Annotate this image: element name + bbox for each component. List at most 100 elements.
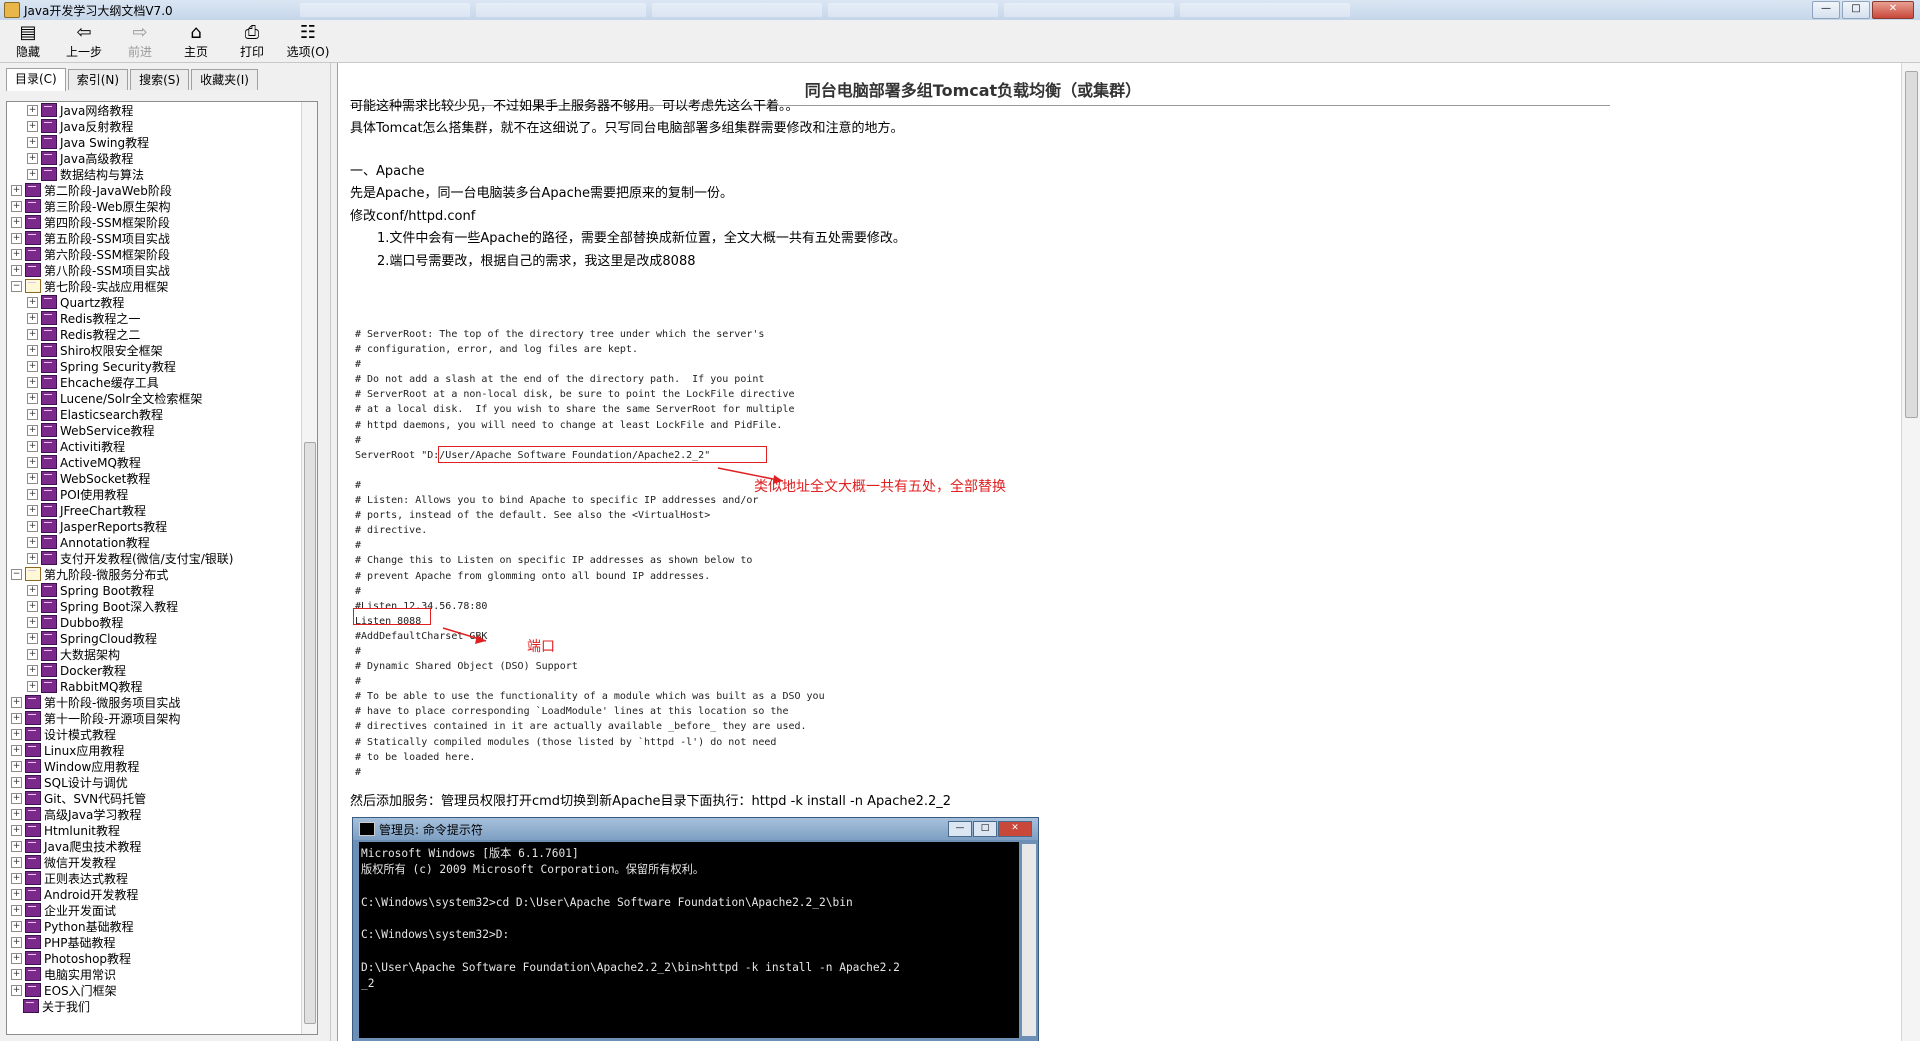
expand-icon[interactable]: + [11,824,22,836]
back-button[interactable]: ⇦ 上一步 [56,20,112,62]
expand-icon[interactable]: + [27,504,38,516]
forward-button[interactable]: ⇨ 前进 [112,20,168,62]
tree-item[interactable]: + JFreeChart教程 [7,502,301,518]
tree-item[interactable]: + 第二阶段-JavaWeb阶段 [7,182,301,198]
tree-item[interactable]: + 数据结构与算法 [7,166,301,182]
tree-item[interactable]: + Shiro权限安全框架 [7,342,301,358]
expand-icon[interactable]: + [11,760,22,772]
tree-item[interactable]: + Quartz教程 [7,294,301,310]
expand-icon[interactable]: + [11,216,22,228]
tree-item[interactable]: − 第九阶段-微服务分布式 [7,566,301,582]
content-scrollbar-thumb[interactable] [1905,71,1918,418]
tree-item[interactable]: + Window应用教程 [7,758,301,774]
expand-icon[interactable]: + [11,872,22,884]
tree-item[interactable]: + RabbitMQ教程 [7,678,301,694]
tree-item[interactable]: + 设计模式教程 [7,726,301,742]
expand-icon[interactable]: + [27,312,38,324]
tree-item[interactable]: + Linux应用教程 [7,742,301,758]
tree-item[interactable]: + Redis教程之一 [7,310,301,326]
tree-item[interactable]: + 第四阶段-SSM框架阶段 [7,214,301,230]
tree-item[interactable]: + ActiveMQ教程 [7,454,301,470]
tree-item[interactable]: + SQL设计与调优 [7,774,301,790]
pane-splitter[interactable] [330,63,337,1041]
tree-item[interactable]: + Java网络教程 [7,102,301,118]
tree-item[interactable]: + Lucene/Solr全文检索框架 [7,390,301,406]
expand-icon[interactable]: + [27,680,38,692]
expand-icon[interactable]: + [11,968,22,980]
expand-icon[interactable]: + [11,248,22,260]
expand-icon[interactable]: + [27,136,38,148]
tree-item[interactable]: + Annotation教程 [7,534,301,550]
expand-icon[interactable]: + [27,328,38,340]
expand-icon[interactable]: + [27,600,38,612]
expand-icon[interactable]: + [27,296,38,308]
options-button[interactable]: ☷ 选项(O) [280,20,336,62]
expand-icon[interactable]: + [27,392,38,404]
expand-icon[interactable]: + [27,408,38,420]
expand-icon[interactable]: + [11,984,22,996]
expand-icon[interactable]: + [11,936,22,948]
tab-index[interactable]: 索引(N) [67,69,129,90]
tree-item[interactable]: + 第十一阶段-开源项目架构 [7,710,301,726]
expand-icon[interactable]: + [27,648,38,660]
expand-icon[interactable]: + [11,856,22,868]
tree-item[interactable]: + Spring Boot深入教程 [7,598,301,614]
expand-icon[interactable]: + [27,584,38,596]
tab-search[interactable]: 搜索(S) [130,69,190,90]
expand-icon[interactable]: + [11,920,22,932]
tree-item[interactable]: + JasperReports教程 [7,518,301,534]
expand-icon[interactable]: + [27,424,38,436]
expand-icon[interactable]: + [27,632,38,644]
tree-item[interactable]: + 第六阶段-SSM框架阶段 [7,246,301,262]
tree-item[interactable]: + Spring Security教程 [7,358,301,374]
expand-icon[interactable]: + [11,952,22,964]
expand-icon[interactable]: + [27,456,38,468]
tree-item[interactable]: + Redis教程之二 [7,326,301,342]
tree-item[interactable]: − 第七阶段-实战应用框架 [7,278,301,294]
tree-item[interactable]: + Android开发教程 [7,886,301,902]
tree-item[interactable]: + 电脑实用常识 [7,966,301,982]
expand-icon[interactable]: + [27,520,38,532]
expand-icon[interactable]: + [27,168,38,180]
expand-icon[interactable]: + [27,488,38,500]
minimize-button[interactable]: — [1812,1,1840,19]
tree-item[interactable]: + PHP基础教程 [7,934,301,950]
maximize-button[interactable]: □ [1842,1,1870,19]
tree-scrollbar-thumb[interactable] [304,442,316,1024]
expand-icon[interactable]: + [11,840,22,852]
expand-icon[interactable]: + [11,184,22,196]
tree-item[interactable]: + 大数据架构 [7,646,301,662]
expand-icon[interactable]: + [11,696,22,708]
expand-icon[interactable]: + [27,152,38,164]
tree-item[interactable]: + Java反射教程 [7,118,301,134]
tree-item[interactable]: + Spring Boot教程 [7,582,301,598]
expand-icon[interactable]: + [27,440,38,452]
expand-icon[interactable]: + [27,472,38,484]
expand-icon[interactable]: + [11,904,22,916]
tree-item[interactable]: + 高级Java学习教程 [7,806,301,822]
expand-icon[interactable]: + [11,728,22,740]
collapse-icon[interactable]: − [11,280,22,292]
expand-icon[interactable]: + [11,744,22,756]
expand-icon[interactable]: + [11,792,22,804]
tree-item[interactable]: + WebService教程 [7,422,301,438]
expand-icon[interactable]: + [27,120,38,132]
expand-icon[interactable]: + [27,536,38,548]
tree-item[interactable]: + 正则表达式教程 [7,870,301,886]
tree-item[interactable]: + Elasticsearch教程 [7,406,301,422]
tree-item[interactable]: + Git、SVN代码托管 [7,790,301,806]
expand-icon[interactable]: + [11,712,22,724]
collapse-icon[interactable]: − [11,568,22,580]
tree-item[interactable]: + Htmlunit教程 [7,822,301,838]
tree-item[interactable]: + 第八阶段-SSM项目实战 [7,262,301,278]
tree-item[interactable]: 关于我们 [7,998,301,1014]
print-button[interactable]: ⎙ 打印 [224,20,280,62]
tree-item[interactable]: + SpringCloud教程 [7,630,301,646]
tab-contents[interactable]: 目录(C) [6,68,66,91]
expand-icon[interactable]: + [11,888,22,900]
tree-item[interactable]: + Java Swing教程 [7,134,301,150]
tree-item[interactable]: + Photoshop教程 [7,950,301,966]
expand-icon[interactable]: + [27,664,38,676]
content-scrollbar[interactable] [1901,63,1920,1041]
tree-item[interactable]: + Docker教程 [7,662,301,678]
